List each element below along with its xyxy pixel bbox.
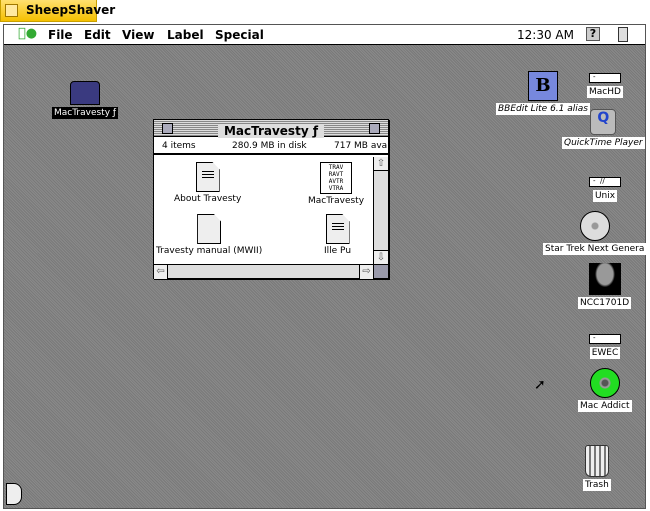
green-cd-icon xyxy=(589,368,620,398)
desktop-icon-ncc1701d[interactable]: NCC1701D xyxy=(578,263,632,309)
desktop-icon-star-trek[interactable]: Star Trek Next Genera xyxy=(543,211,647,255)
quicktime-icon: Q xyxy=(590,109,617,135)
horizontal-scrollbar[interactable]: ⇦ ⇨ xyxy=(154,264,373,279)
file-list: About Travesty TRAV RAVT AVTR VTRA MacTra… xyxy=(154,157,373,264)
icon-label: MacTravesty ƒ xyxy=(52,107,119,119)
menu-label[interactable]: Label xyxy=(167,28,204,42)
scroll-left-arrow-icon[interactable]: ⇦ xyxy=(154,265,168,279)
text-document-icon xyxy=(195,162,220,192)
desktop-icon-mac-addict[interactable]: Mac Addict xyxy=(578,368,632,412)
trash-icon xyxy=(584,445,609,477)
window-title-bar[interactable]: MacTravesty ƒ xyxy=(154,120,388,138)
zoom-box[interactable] xyxy=(369,123,380,134)
hard-disk-icon: - xyxy=(588,73,621,83)
available-space: 717 MB available xyxy=(334,141,388,151)
close-box[interactable] xyxy=(162,123,173,134)
cd-disc-icon xyxy=(579,211,610,241)
file-label: MacTravesty xyxy=(308,196,365,206)
menu-view[interactable]: View xyxy=(122,28,154,42)
disk-used: 280.9 MB in disk xyxy=(232,141,307,151)
network-volume-icon: - // xyxy=(589,177,621,187)
apple-menu-icon[interactable]: ● xyxy=(18,26,37,41)
folder-icon xyxy=(70,81,101,105)
collapsed-drawer-tab[interactable] xyxy=(6,483,22,505)
menu-edit[interactable]: Edit xyxy=(84,28,111,42)
icon-label: Trash xyxy=(583,479,611,491)
mouse-cursor-icon: ➚ xyxy=(534,377,546,393)
scroll-up-arrow-icon[interactable]: ⇧ xyxy=(374,157,388,171)
window-icon xyxy=(5,4,18,17)
mac-desktop: ● File Edit View Label Special 12:30 AM… xyxy=(3,24,647,509)
menu-bar: ● File Edit View Label Special 12:30 AM… xyxy=(4,25,645,45)
resize-box[interactable] xyxy=(373,264,388,278)
file-label: Travesty manual (MWII) xyxy=(156,246,263,256)
scroll-right-arrow-icon[interactable]: ⇨ xyxy=(359,265,373,279)
file-mactravesty[interactable]: TRAV RAVT AVTR VTRA MacTravesty xyxy=(308,162,364,206)
window-info-header: 4 items 280.9 MB in disk 717 MB availabl… xyxy=(154,137,388,155)
host-title: SheepShaver xyxy=(26,3,116,17)
bbedit-icon: B xyxy=(527,71,558,101)
icon-label: EWEC xyxy=(589,347,621,359)
travesty-app-icon: TRAV RAVT AVTR VTRA xyxy=(320,162,353,194)
icon-label: MacHD xyxy=(587,86,623,98)
desktop-icon-trash[interactable]: Trash xyxy=(583,445,611,491)
host-window-tab[interactable]: SheepShaver xyxy=(0,0,115,22)
desktop-icon-quicktime[interactable]: Q QuickTime Player xyxy=(562,109,645,149)
file-travesty-manual[interactable]: Travesty manual (MWII) xyxy=(156,214,262,256)
icon-label: QuickTime Player xyxy=(562,137,645,149)
file-ille-pu[interactable]: Ille Pu xyxy=(324,214,351,256)
text-document-icon xyxy=(325,214,350,244)
file-label: About Travesty xyxy=(174,194,242,204)
application-menu-icon[interactable] xyxy=(618,27,628,42)
vertical-scrollbar[interactable]: ⇧ ⇩ xyxy=(373,157,388,264)
icon-label: Star Trek Next Genera xyxy=(543,243,647,255)
file-about-travesty[interactable]: About Travesty xyxy=(174,162,241,204)
starship-icon xyxy=(588,263,621,295)
desktop-icon-unix[interactable]: - // Unix xyxy=(589,177,621,202)
menu-file[interactable]: File xyxy=(48,28,73,42)
desktop-icon-ewec[interactable]: - EWEC xyxy=(589,334,621,359)
help-question-icon[interactable]: ? xyxy=(586,27,600,41)
window-title: MacTravesty ƒ xyxy=(217,124,325,138)
clock[interactable]: 12:30 AM xyxy=(517,28,574,42)
scroll-down-arrow-icon[interactable]: ⇩ xyxy=(374,250,388,264)
items-count: 4 items xyxy=(162,141,196,151)
icon-label: Mac Addict xyxy=(578,400,632,412)
finder-window: MacTravesty ƒ 4 items 280.9 MB in disk 7… xyxy=(153,119,389,279)
desktop-folder-mactravesty[interactable]: MacTravesty ƒ xyxy=(52,81,119,119)
file-label: Ille Pu xyxy=(324,246,352,256)
blank-document-icon xyxy=(197,214,222,244)
desktop-icon-machd[interactable]: - MacHD xyxy=(587,73,623,98)
icon-label: Unix xyxy=(592,190,618,202)
icon-label: NCC1701D xyxy=(578,297,632,309)
hard-disk-icon: - xyxy=(589,334,621,344)
menu-special[interactable]: Special xyxy=(215,28,264,42)
